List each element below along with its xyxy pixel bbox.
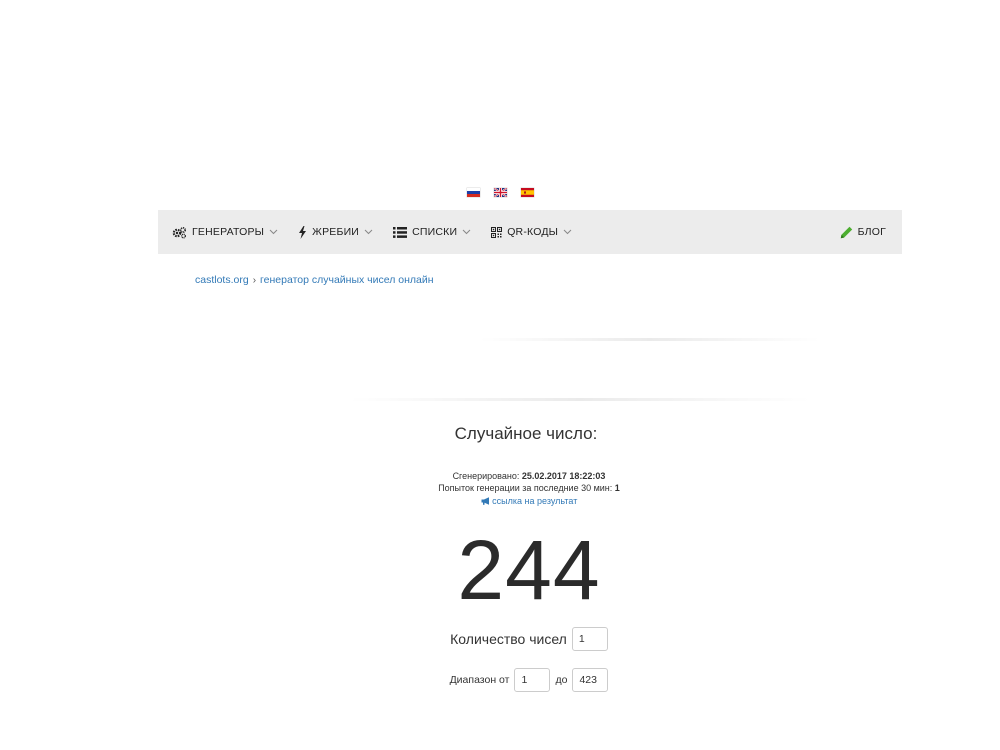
breadcrumb-separator-icon: › — [252, 274, 257, 286]
generated-value: 25.02.2017 18:22:03 — [521, 471, 606, 481]
flag-spain-icon[interactable] — [520, 188, 534, 197]
flag-uk-icon[interactable] — [493, 188, 507, 197]
nav-generators[interactable]: ГЕНЕРАТОРЫ — [172, 226, 278, 239]
count-input[interactable] — [571, 627, 608, 651]
divider — [480, 338, 820, 341]
flag-russia-icon[interactable] — [466, 188, 480, 197]
nav-qr-codes-label: QR-КОДЫ — [507, 226, 559, 238]
result-link: ссылка на результат — [0, 496, 1000, 506]
breadcrumb-current-link[interactable]: генератор случайных чисел онлайн — [260, 274, 434, 286]
nav-lots[interactable]: ЖРЕБИИ — [298, 225, 373, 239]
range-to-label: до — [555, 674, 568, 686]
chevron-down-icon — [364, 229, 373, 235]
divider — [350, 398, 810, 401]
nav-blog-label: БЛОГ — [857, 226, 886, 238]
nav-blog[interactable]: БЛОГ — [840, 226, 886, 239]
pencil-icon — [840, 226, 852, 238]
range-row: Диапазон от до — [0, 668, 1000, 692]
nav-lists-label: СПИСКИ — [412, 226, 458, 238]
result-link-label[interactable]: ссылка на результат — [492, 496, 577, 506]
nav-qr-codes[interactable]: QR-КОДЫ — [491, 226, 572, 238]
range-to-input[interactable] — [572, 668, 609, 692]
nav-generators-label: ГЕНЕРАТОРЫ — [192, 226, 265, 238]
lightning-icon — [299, 225, 307, 239]
range-from-input[interactable] — [514, 668, 551, 692]
attempts-value: 1 — [614, 483, 620, 493]
count-row: Количество чисел — [0, 627, 1000, 651]
result-title: Случайное число: — [454, 424, 598, 443]
qr-code-icon — [491, 226, 503, 238]
nav-lists[interactable]: СПИСКИ — [393, 226, 471, 238]
gears-icon — [172, 226, 187, 238]
language-switcher — [0, 188, 1000, 197]
random-number: 244 — [457, 523, 601, 617]
megaphone-icon — [481, 497, 489, 505]
nav-lots-label: ЖРЕБИИ — [312, 226, 360, 238]
generated-label: Сгенерировано: — [452, 471, 520, 481]
chevron-down-icon — [563, 229, 572, 235]
generated-info: Сгенерировано: 25.02.2017 18:22:03 — [0, 471, 1000, 481]
count-label: Количество чисел — [450, 631, 567, 647]
breadcrumb-home-link[interactable]: castlots.org — [195, 274, 249, 286]
breadcrumb: castlots.org › генератор случайных чисел… — [195, 274, 434, 286]
range-from-label: Диапазон от — [449, 674, 510, 686]
attempts-info: Попыток генерации за последние 30 мин: 1 — [0, 483, 1000, 493]
list-icon — [393, 226, 408, 238]
chevron-down-icon — [462, 229, 471, 235]
chevron-down-icon — [269, 229, 278, 235]
main-nav: ГЕНЕРАТОРЫ ЖРЕБИИ СПИСКИ QR-КОДЫ БЛОГ — [158, 210, 902, 254]
attempts-label: Попыток генерации за последние 30 мин: — [438, 483, 613, 493]
page: ГЕНЕРАТОРЫ ЖРЕБИИ СПИСКИ QR-КОДЫ БЛОГ ca… — [0, 0, 1000, 750]
